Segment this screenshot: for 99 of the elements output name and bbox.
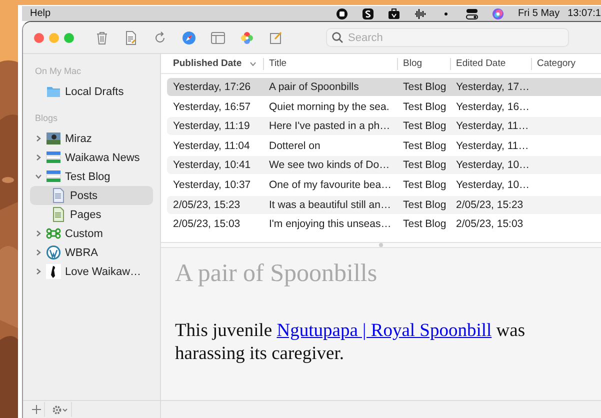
table-cell-text: Yesterday, 11:19: [172, 120, 251, 132]
document-icon[interactable]: [124, 30, 138, 44]
sidebar-item[interactable]: Pages: [30, 205, 153, 224]
document-icon: [51, 188, 66, 203]
chevron-icon[interactable]: [34, 230, 42, 237]
table-cell-text: Yesterday, 17:26: [172, 81, 252, 93]
post-body: This juvenile Ngutupapa | Royal Spoonbill was harassing its caregiver.: [175, 320, 526, 366]
table-row[interactable]: Yesterday, 17:26 A pair of Spoonbills Test Blog Yesterday, 17…: [167, 78, 601, 96]
sidebar-item[interactable]: Posts: [30, 186, 153, 205]
table-cell-text: It was a beautiful still an…: [268, 198, 392, 211]
table-row[interactable]: 2/05/23, 15:03 I'm enjoying this unseas… Test Blog 2/05/23, 15:03: [167, 215, 601, 234]
gear-icon: [52, 404, 68, 414]
orb-icon[interactable]: [492, 8, 504, 20]
table-cell-text: Yesterday, 10:37: [172, 178, 252, 191]
table-row[interactable]: 2/05/23, 15:23 It was a beautiful still an… Test Blog 2/05/23, 15:23: [167, 196, 601, 214]
section-heading: Blogs: [35, 113, 58, 123]
sidebar-item[interactable]: Local Drafts: [30, 82, 153, 101]
menu-date: Fri 5 May: [518, 8, 560, 19]
folder-icon: [46, 84, 61, 99]
column-header[interactable]: Title: [263, 58, 397, 70]
flag-icon: [46, 169, 61, 184]
chevron-icon[interactable]: [34, 249, 42, 256]
sidebar-item[interactable]: WBRA: [30, 243, 153, 262]
table-cell-text: A pair of Spoonbills: [268, 81, 360, 93]
table-cell-text: I'm enjoying this unseas…: [268, 218, 392, 230]
color-wheel-icon[interactable]: [240, 30, 254, 44]
table-row[interactable]: Yesterday, 11:04 Dotterel on Test Blog Yesterday, 11…: [167, 136, 601, 155]
chevron-icon[interactable]: [34, 173, 42, 180]
sidebar-item[interactable]: Test Blog: [30, 167, 153, 186]
table-cell-text: Here I've pasted in a ph…: [268, 120, 392, 132]
wordpress-icon: [46, 245, 61, 260]
table-cell-text: Test Blog: [402, 100, 448, 113]
plus-icon: [32, 405, 41, 414]
record-icon[interactable]: [336, 8, 348, 20]
table-cell-text: Test Blog: [402, 178, 448, 191]
link[interactable]: Ngutupapa | Royal Spoonbill: [276, 321, 492, 341]
table-cell-text: Yesterday, 10:41: [172, 159, 252, 172]
column-header[interactable]: Blog: [397, 58, 450, 70]
waveform-icon[interactable]: [414, 8, 426, 20]
sidebar-icon[interactable]: [211, 30, 225, 44]
menu-clock: 13:07:1: [568, 8, 601, 19]
compose-icon[interactable]: [269, 30, 283, 44]
close-button[interactable]: [34, 32, 44, 42]
table-cell-text: Dotterel on: [268, 140, 322, 152]
compass-icon[interactable]: [182, 30, 196, 44]
table-row[interactable]: Yesterday, 16:57 Quiet morning by the sea. Test Blog Yesterday, 16…: [167, 98, 601, 116]
table-cell-text: Test Blog: [402, 159, 448, 172]
column-header[interactable]: Category: [531, 58, 601, 70]
add-button[interactable]: [29, 402, 45, 417]
column-header[interactable]: Edited Date: [450, 58, 531, 70]
column-header[interactable]: Published Date: [167, 58, 263, 70]
sort-caret-icon: [250, 62, 256, 66]
toggle-icon[interactable]: [466, 8, 478, 20]
search-field[interactable]: Search: [326, 28, 569, 47]
table-cell-text: 2/05/23, 15:03: [455, 218, 524, 230]
table-cell-text: Yesterday, 11…: [455, 140, 530, 152]
table-cell-text: Yesterday, 11…: [455, 120, 530, 132]
chevron-icon[interactable]: [34, 268, 42, 275]
section-heading: On My Mac: [35, 66, 82, 76]
table-cell-text: One of my favourite bea…: [268, 178, 393, 191]
app-icon[interactable]: [362, 8, 374, 20]
photo-icon: [46, 131, 61, 146]
sidebar-item[interactable]: Waikawa News: [30, 148, 153, 167]
chevron-icon[interactable]: [34, 135, 42, 142]
table-cell-text: Test Blog: [402, 198, 448, 211]
zoom-button[interactable]: [64, 32, 74, 42]
table-cell-text: We see two kinds of Do…: [268, 159, 391, 172]
refresh-icon[interactable]: [153, 30, 167, 44]
table-cell-text: Yesterday, 17…: [455, 81, 531, 93]
table-cell-text: Test Blog: [402, 218, 448, 230]
table-cell-text: Quiet morning by the sea.: [268, 100, 390, 113]
search-icon: [332, 32, 343, 43]
trash-icon[interactable]: [95, 30, 109, 44]
table-cell-text: 2/05/23, 15:03: [172, 218, 242, 230]
flag-icon: [46, 150, 61, 165]
table-cell-text: Yesterday, 16:57: [172, 100, 252, 113]
table-row[interactable]: Yesterday, 11:19 Here I've pasted in a ph… Test Blog Yesterday, 11…: [167, 117, 601, 136]
table-cell-text: Yesterday, 10…: [455, 159, 531, 172]
briefcase-icon[interactable]: [388, 8, 400, 20]
table-cell-text: Yesterday, 10…: [455, 178, 531, 191]
table-row[interactable]: Yesterday, 10:41 We see two kinds of Do… Test Blog Yesterday, 10…: [167, 156, 601, 174]
menu-item[interactable]: Help: [30, 8, 51, 19]
table-cell-text: Test Blog: [402, 120, 448, 132]
sidebar-item[interactable]: Miraz: [30, 129, 153, 148]
table-cell-text: 2/05/23, 15:23: [172, 198, 242, 211]
split-handle-icon[interactable]: [379, 243, 383, 247]
table-cell-text: Test Blog: [402, 140, 448, 152]
table-cell-text: Yesterday, 11:04: [172, 140, 251, 152]
table-cell-text: Yesterday, 16…: [455, 100, 531, 113]
sidebar-item[interactable]: Love Waikaw…: [30, 262, 153, 281]
post-title: A pair of Spoonbills: [175, 260, 378, 288]
sidebar-item[interactable]: Custom: [30, 224, 153, 243]
document-icon: [51, 207, 66, 222]
bird-icon: [46, 264, 61, 279]
table-row[interactable]: Yesterday, 10:37 One of my favourite bea… Test Blog Yesterday, 10…: [167, 176, 601, 194]
table-cell-text: Test Blog: [402, 81, 448, 93]
table-cell-text: 2/05/23, 15:23: [455, 198, 524, 211]
chevron-icon[interactable]: [34, 154, 42, 161]
command-icon: [46, 226, 61, 241]
